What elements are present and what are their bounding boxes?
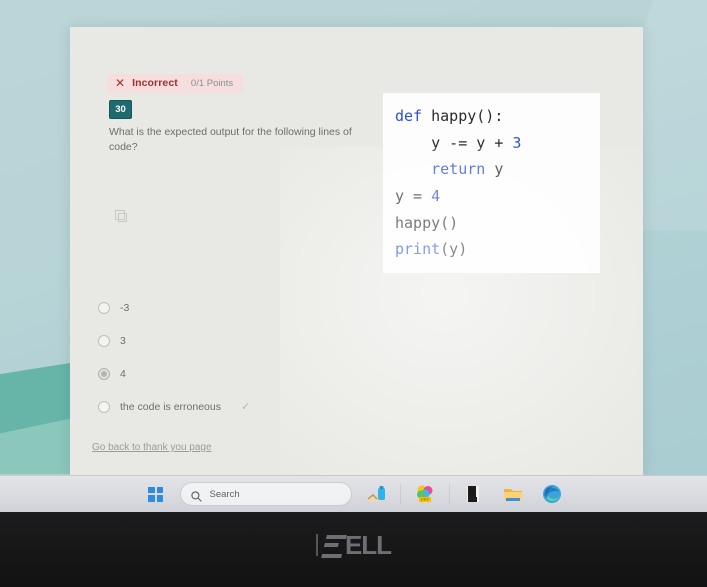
code-token: y =: [395, 187, 432, 206]
answer-option-label: -3: [120, 301, 130, 314]
answer-option-0[interactable]: -3: [92, 291, 372, 324]
monitor-screen: ✕ Incorrect 0/1 Points 30 What is the ex…: [0, 0, 707, 512]
answer-option-label: the code is erroneous: [120, 400, 221, 413]
radio-button[interactable]: [98, 400, 110, 413]
radio-button[interactable]: [98, 334, 110, 347]
code-token: y -= y +: [395, 133, 513, 152]
points-label: 0/1 Points: [190, 77, 234, 89]
question-text: What is the expected output for the foll…: [109, 126, 352, 154]
dell-logo: ELL: [0, 530, 707, 560]
answer-option-3[interactable]: the code is erroneous ✓: [92, 390, 372, 423]
taskbar-divider: [399, 484, 401, 504]
svg-text:PPT: PPT: [421, 497, 429, 502]
result-label: Incorrect: [132, 77, 178, 89]
answer-option-2[interactable]: 4: [92, 357, 372, 390]
search-placeholder: Search: [209, 488, 240, 500]
close-icon: ✕: [115, 76, 126, 90]
taskbar-divider: [448, 484, 450, 504]
radio-button[interactable]: [98, 367, 110, 380]
image-placeholder-icon: [115, 210, 128, 223]
code-line: def happy():: [395, 103, 588, 130]
status-badge: ✕ Incorrect 0/1 Points: [107, 74, 244, 93]
search-icon: [190, 489, 202, 502]
answer-option-label: 4: [120, 367, 126, 380]
photos-icon: PPT: [414, 483, 436, 505]
windows-taskbar: Search PPT: [0, 475, 707, 512]
code-token: y: [485, 160, 504, 179]
code-line: print(y): [395, 236, 588, 263]
code-token: print: [395, 240, 441, 259]
dell-d-mark: [321, 535, 347, 558]
code-line: return y: [395, 156, 588, 183]
snipping-tool-icon: [365, 483, 387, 505]
code-token: 3: [512, 133, 522, 152]
code-line: happy(): [395, 210, 588, 237]
microsoft-edge-icon: [541, 483, 563, 505]
answer-option-1[interactable]: 3: [92, 324, 372, 357]
code-token: happy(): [395, 213, 459, 232]
start-button[interactable]: [141, 479, 171, 509]
question-number-badge: 30: [109, 100, 132, 119]
code-token: (y): [440, 240, 468, 259]
radio-button[interactable]: [98, 301, 110, 314]
code-token: return: [431, 160, 486, 179]
search-input[interactable]: Search: [179, 482, 352, 506]
taskbar-app-dark[interactable]: [459, 479, 489, 509]
code-token: def: [395, 107, 432, 125]
windows-logo-icon: [148, 486, 163, 502]
taskbar-app-photos[interactable]: PPT: [410, 479, 440, 509]
file-explorer-icon: [502, 483, 524, 505]
code-block: def happy(): y -= y + 3 return yy = 4 hap…: [383, 93, 600, 273]
quiz-content-panel: ✕ Incorrect 0/1 Points 30 What is the ex…: [70, 27, 643, 475]
code-token: 4: [431, 187, 441, 206]
code-line: y = 4: [395, 183, 588, 210]
taskbar-app-edge[interactable]: [537, 479, 567, 512]
dark-app-icon: [463, 483, 485, 505]
back-link[interactable]: Go back to thank you page: [92, 442, 212, 453]
taskbar-app-file-explorer[interactable]: [498, 479, 528, 509]
code-line: y -= y + 3: [395, 130, 588, 157]
monitor-photo: ✕ Incorrect 0/1 Points 30 What is the ex…: [0, 0, 707, 587]
monitor-bezel: ELL: [0, 512, 707, 587]
code-token: happy():: [431, 107, 504, 125]
brand-text: ELL: [344, 530, 392, 560]
answer-options: -3 3 4 the code is erroneous ✓: [92, 291, 372, 423]
answer-option-label: 3: [120, 334, 126, 347]
correct-answer-check-icon: ✓: [240, 401, 251, 413]
brand-name: ELL: [321, 530, 392, 560]
logo-bar: [315, 534, 318, 556]
taskbar-app-snipping-tool[interactable]: [361, 479, 391, 509]
